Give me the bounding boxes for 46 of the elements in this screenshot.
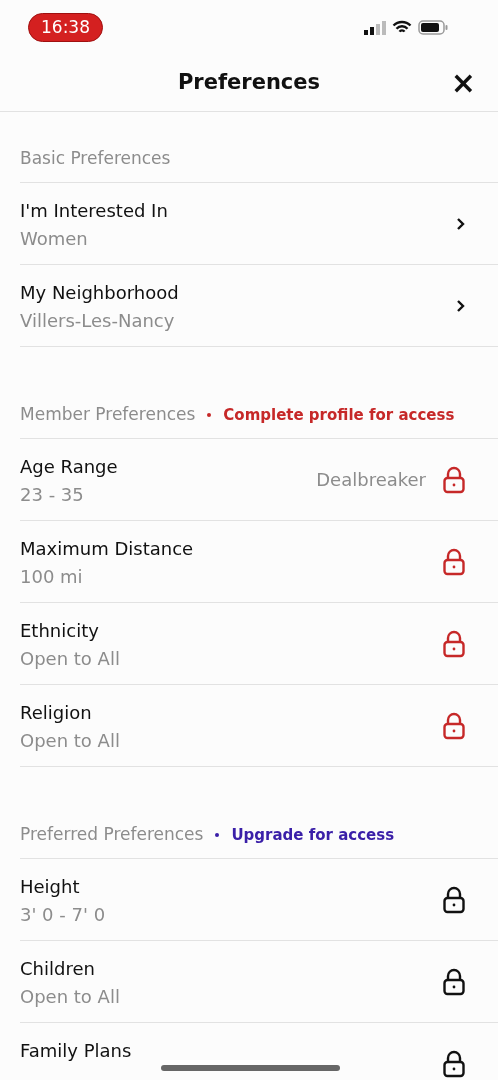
battery-icon (418, 20, 448, 35)
preference-row[interactable]: I'm Interested In Women (20, 183, 498, 265)
preference-row[interactable]: Children Open to All (20, 941, 498, 1023)
preference-value: Open to All (20, 986, 120, 1008)
preference-label: Religion (20, 702, 92, 724)
preference-value: Open to All (20, 648, 120, 670)
preference-value: Open to All (20, 730, 120, 752)
chevron-right-icon (456, 216, 466, 231)
preference-label: Family Plans (20, 1040, 132, 1062)
preference-label: Height (20, 876, 80, 898)
preference-row[interactable]: Religion Open to All (20, 685, 498, 767)
padlock-icon (442, 885, 466, 914)
wifi-icon (392, 20, 412, 35)
preference-row[interactable]: Age Range 23 - 35 Dealbreaker (20, 439, 498, 521)
padlock-icon (442, 629, 466, 658)
padlock-icon (442, 967, 466, 996)
section-title: Preferred Preferences (20, 823, 204, 847)
preference-label: I'm Interested In (20, 200, 168, 222)
dealbreaker-label: Dealbreaker (316, 468, 426, 492)
status-time: 16:38 (28, 12, 103, 43)
section-title: Basic Preferences (20, 147, 171, 171)
signal-icon (364, 20, 386, 35)
padlock-icon (442, 711, 466, 740)
page-title: Preferences (177, 69, 321, 97)
preference-label: Age Range (20, 456, 118, 478)
preference-value: Women (20, 228, 88, 250)
preference-value: 23 - 35 (20, 484, 84, 506)
access-link[interactable]: Complete profile for access (223, 403, 455, 427)
padlock-icon (442, 465, 466, 494)
preference-row[interactable]: Maximum Distance 100 mi (20, 521, 498, 603)
preference-value: 3' 0 - 7' 0 (20, 904, 106, 926)
close-button[interactable]: × (446, 68, 480, 98)
preference-row[interactable]: My Neighborhood Villers-Les-Nancy (20, 265, 498, 347)
access-link[interactable]: Upgrade for access (231, 823, 395, 847)
preference-label: Ethnicity (20, 620, 99, 642)
preference-label: Children (20, 958, 95, 980)
preference-value: Villers-Les-Nancy (20, 310, 175, 332)
preference-value: 100 mi (20, 566, 83, 588)
preference-row[interactable]: Height 3' 0 - 7' 0 (20, 859, 498, 941)
section-title: Member Preferences (20, 403, 196, 427)
padlock-icon (442, 1049, 466, 1078)
chevron-right-icon (456, 298, 466, 313)
preference-row[interactable]: Ethnicity Open to All (20, 603, 498, 685)
padlock-icon (442, 547, 466, 576)
preference-label: Maximum Distance (20, 538, 194, 560)
preference-label: My Neighborhood (20, 282, 179, 304)
